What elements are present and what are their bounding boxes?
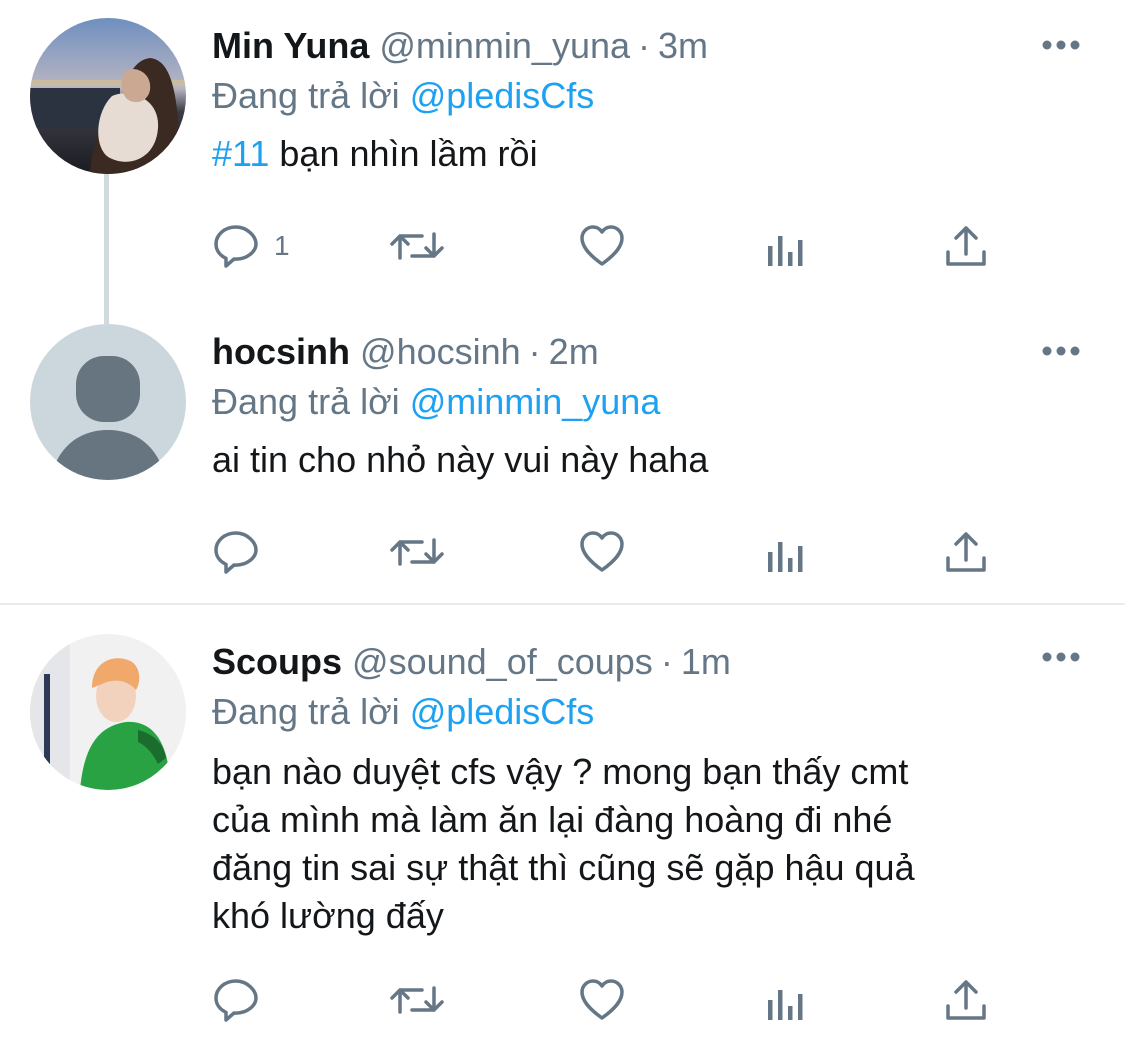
tweet-text-body: bạn nhìn lầm rồi bbox=[269, 133, 538, 174]
reply-icon bbox=[214, 225, 258, 268]
display-name[interactable]: hocsinh bbox=[212, 331, 350, 372]
reply-prefix: Đang trả lời bbox=[212, 691, 400, 732]
tweet-text-line: bạn nào duyệt cfs vậy ? mong bạn thấy cm… bbox=[212, 751, 909, 792]
tweet-header: hocsinh @hocsinh · 2m bbox=[212, 328, 1085, 376]
like-icon bbox=[580, 225, 624, 266]
avatar[interactable] bbox=[30, 18, 186, 174]
like-icon bbox=[580, 979, 624, 1020]
replying-to: Đang trả lời @pledisCfs bbox=[212, 72, 1085, 120]
timestamp[interactable]: 3m bbox=[658, 25, 708, 66]
mention-link[interactable]: @minmin_yuna bbox=[410, 381, 661, 422]
reply-count: 1 bbox=[274, 230, 290, 261]
tweet-text: #11 bạn nhìn lầm rồi bbox=[212, 130, 1085, 178]
reply-button[interactable] bbox=[212, 524, 260, 580]
tweet-actions bbox=[212, 524, 1002, 580]
stats-icon bbox=[768, 236, 803, 266]
mention-link[interactable]: @pledisCfs bbox=[410, 75, 595, 116]
tweet-text-line: đăng tin sai sự thật thì cũng sẽ gặp hậu… bbox=[212, 847, 915, 888]
tweet-actions bbox=[212, 972, 1002, 1028]
mention-link[interactable]: @pledisCfs bbox=[410, 691, 595, 732]
tweet-content: hocsinh @hocsinh · 2m Đang trả lời @minmin… bbox=[212, 328, 1085, 484]
reply-button[interactable]: 1 bbox=[212, 218, 290, 274]
separator: · bbox=[638, 25, 651, 66]
reply-prefix: Đang trả lời bbox=[212, 381, 400, 422]
stats-button[interactable] bbox=[764, 972, 808, 1028]
timestamp[interactable]: 2m bbox=[549, 331, 599, 372]
stats-icon bbox=[768, 542, 803, 572]
separator: · bbox=[528, 331, 541, 372]
retweet-button[interactable] bbox=[388, 524, 446, 580]
retweet-icon bbox=[390, 232, 444, 260]
more-icon[interactable] bbox=[1041, 650, 1081, 664]
tweet-text-line: ai tin cho nhỏ này vui này haha bbox=[212, 439, 709, 480]
replying-to: Đang trả lời @minmin_yuna bbox=[212, 378, 1085, 426]
more-icon[interactable] bbox=[1041, 344, 1081, 358]
share-button[interactable] bbox=[942, 218, 990, 274]
reply-prefix: Đang trả lời bbox=[212, 75, 400, 116]
more-icon[interactable] bbox=[1041, 38, 1081, 52]
tweet-content: Scoups @sound_of_coups · 1m Đang trả lời @… bbox=[212, 638, 1085, 940]
tweet-text: ai tin cho nhỏ này vui này haha bbox=[212, 436, 1085, 484]
like-button[interactable] bbox=[578, 972, 626, 1028]
tweet-text-line: khó lường đấy bbox=[212, 895, 444, 936]
like-button[interactable] bbox=[578, 524, 626, 580]
like-icon bbox=[580, 531, 624, 572]
user-handle[interactable]: @sound_of_coups bbox=[352, 641, 653, 682]
tweet-content: Min Yuna @minmin_yuna · 3m Đang trả lời @p… bbox=[212, 22, 1085, 178]
share-icon bbox=[946, 532, 986, 572]
tweet-text-line: của mình mà làm ăn lại đàng hoàng đi nhé bbox=[212, 799, 893, 840]
stats-icon bbox=[768, 990, 803, 1020]
retweet-button[interactable] bbox=[388, 972, 446, 1028]
share-icon bbox=[946, 980, 986, 1020]
tweet-text-line: #11 bạn nhìn lầm rồi bbox=[212, 130, 1085, 178]
retweet-icon bbox=[390, 538, 444, 566]
tweet-header: Min Yuna @minmin_yuna · 3m bbox=[212, 22, 1085, 70]
avatar[interactable] bbox=[30, 634, 186, 790]
retweet-button[interactable] bbox=[388, 218, 446, 274]
share-button[interactable] bbox=[942, 524, 990, 580]
user-handle[interactable]: @minmin_yuna bbox=[379, 25, 630, 66]
tweet-header: Scoups @sound_of_coups · 1m bbox=[212, 638, 1085, 686]
reply-icon bbox=[214, 979, 258, 1022]
stats-button[interactable] bbox=[764, 524, 808, 580]
display-name[interactable]: Min Yuna bbox=[212, 25, 369, 66]
stats-button[interactable] bbox=[764, 218, 808, 274]
timestamp[interactable]: 1m bbox=[681, 641, 731, 682]
tweet-actions: 1 bbox=[212, 218, 1002, 274]
avatar[interactable] bbox=[30, 324, 186, 480]
separator: · bbox=[660, 641, 673, 682]
hashtag-link[interactable]: #11 bbox=[212, 133, 269, 174]
display-name[interactable]: Scoups bbox=[212, 641, 342, 682]
tweet-text: bạn nào duyệt cfs vậy ? mong bạn thấy cm… bbox=[212, 748, 1085, 940]
share-button[interactable] bbox=[942, 972, 990, 1028]
tweet-min-yuna[interactable]: Min Yuna @minmin_yuna · 3m Đang trả lời @p… bbox=[0, 0, 1125, 300]
share-icon bbox=[946, 226, 986, 266]
reply-icon bbox=[214, 531, 258, 574]
like-button[interactable] bbox=[578, 218, 626, 274]
reply-button[interactable] bbox=[212, 972, 260, 1028]
retweet-icon bbox=[390, 986, 444, 1014]
replying-to: Đang trả lời @pledisCfs bbox=[212, 688, 1085, 736]
user-handle[interactable]: @hocsinh bbox=[360, 331, 521, 372]
